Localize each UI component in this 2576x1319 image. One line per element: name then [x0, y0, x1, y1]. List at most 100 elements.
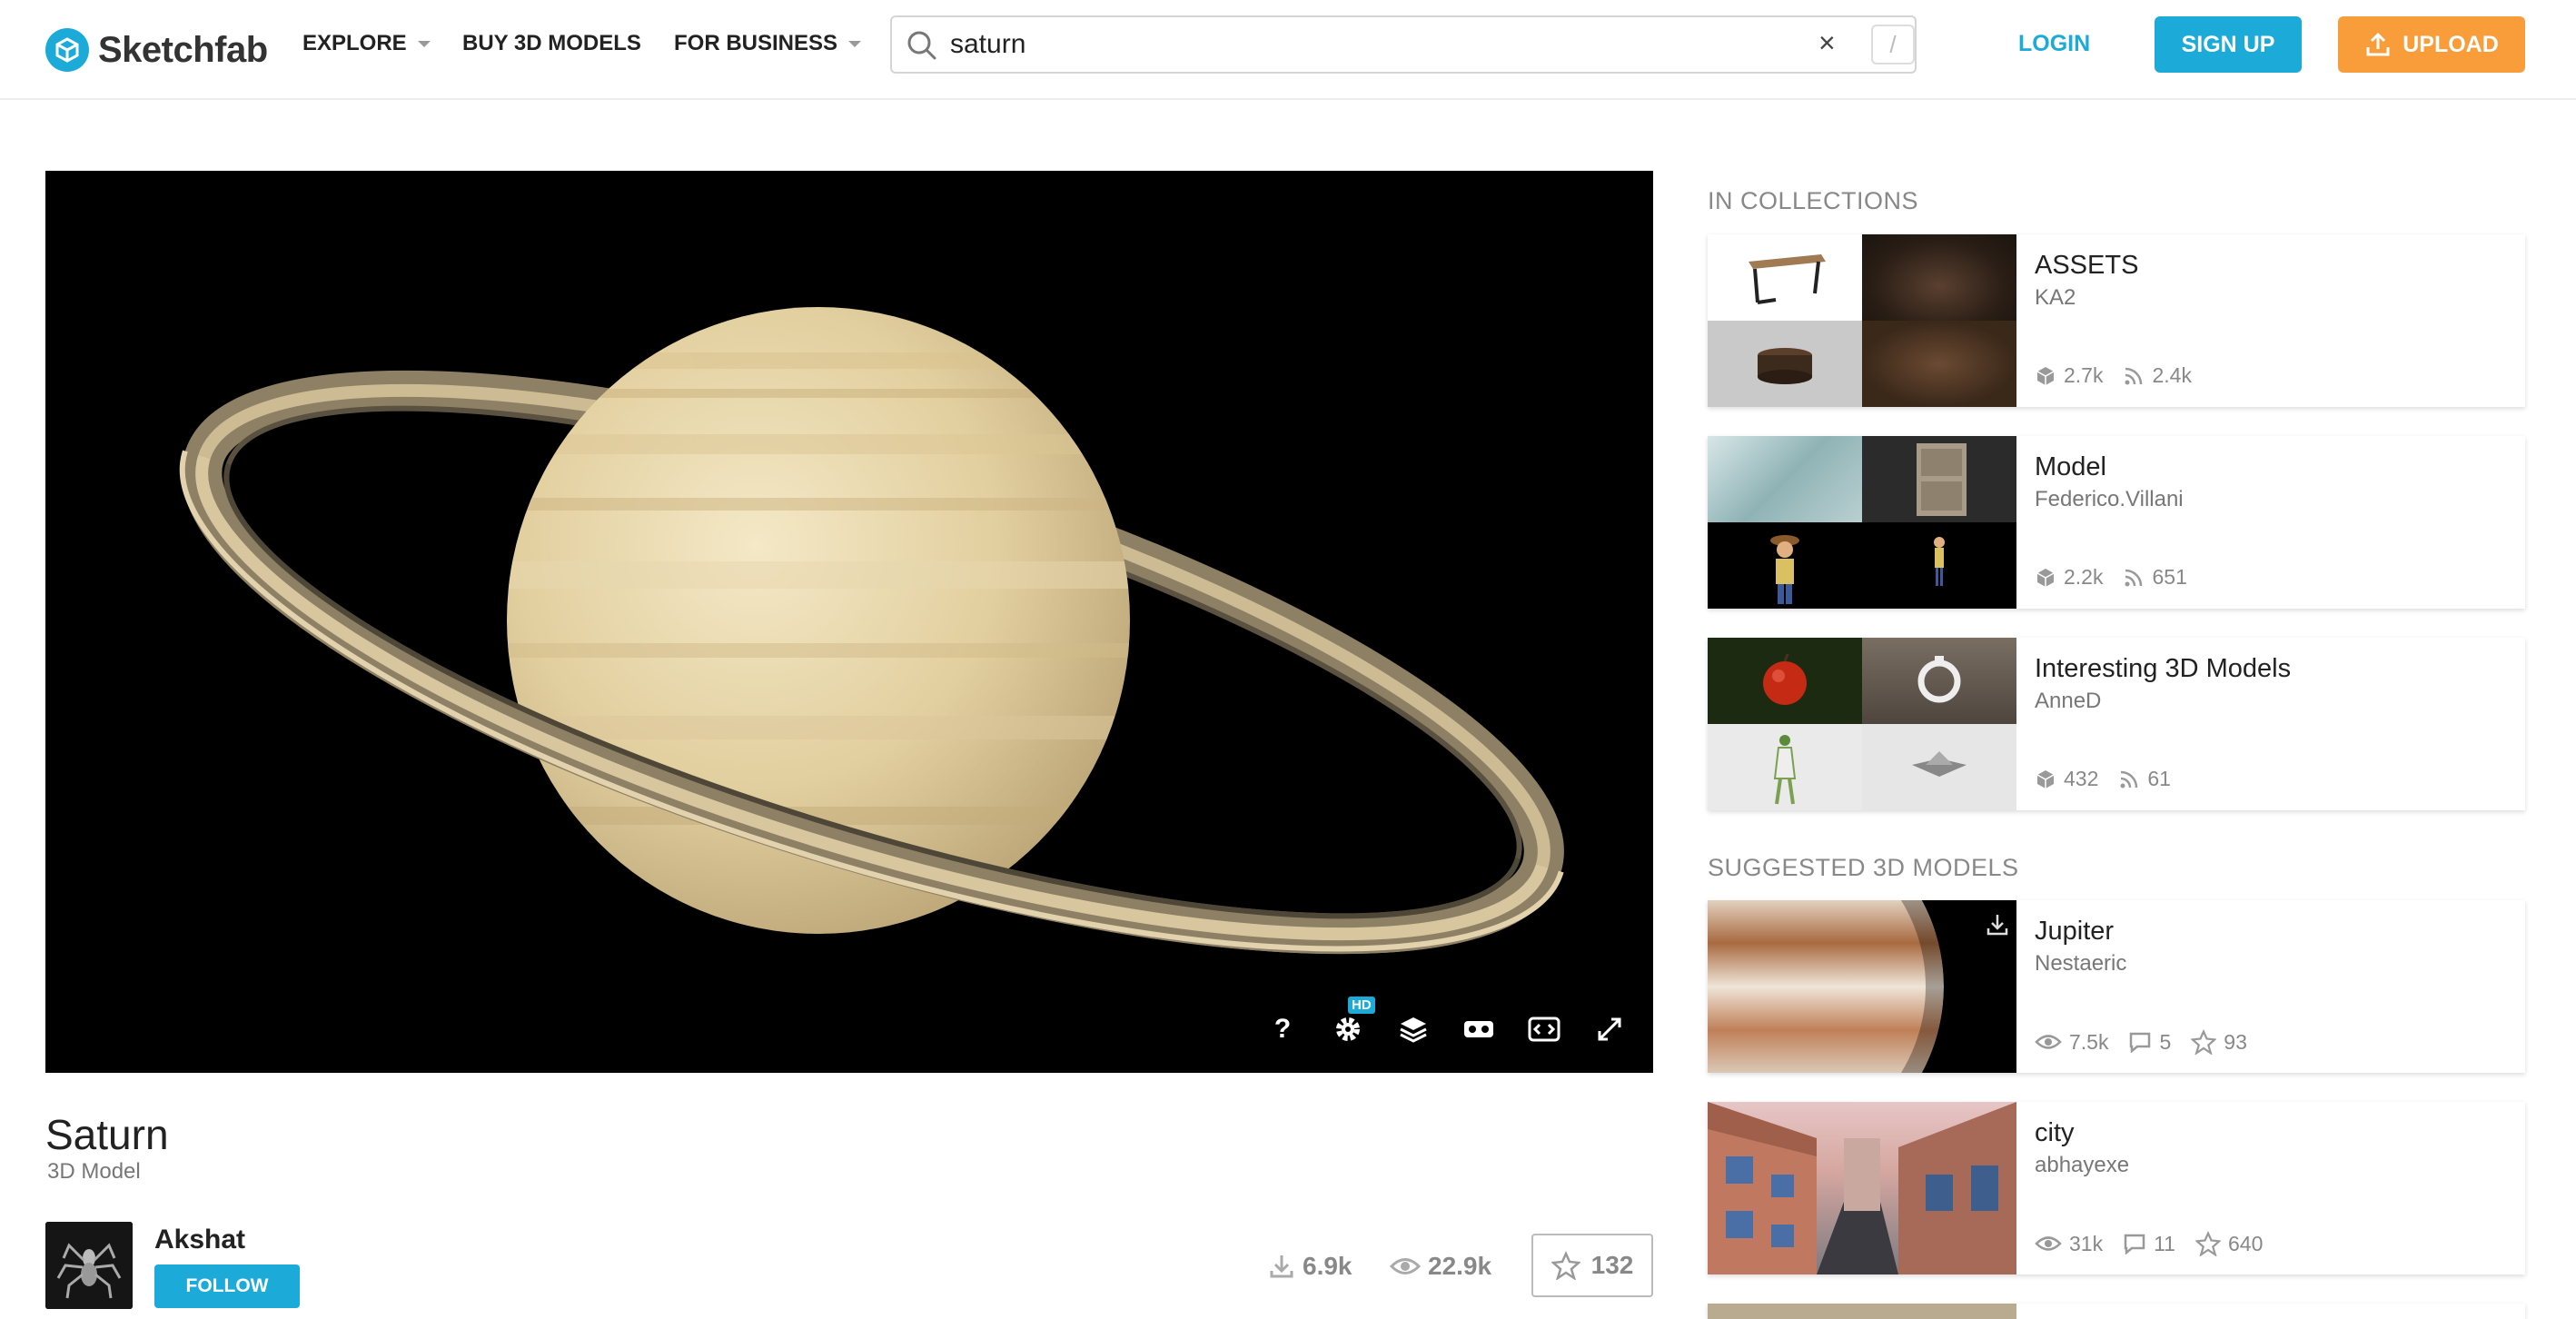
- city-thumbnail: [1708, 1102, 2016, 1274]
- collection-stats: 432 61: [2035, 767, 2171, 791]
- feed-icon: [2118, 769, 2140, 790]
- top-navigation-bar: Sketchfab EXPLORE BUY 3D MODELS FOR BUSI…: [0, 0, 2576, 100]
- nav-for-business[interactable]: FOR BUSINESS: [674, 31, 862, 56]
- model-type: 3D Model: [47, 1159, 141, 1184]
- model-title[interactable]: Jupiter: [2035, 917, 2114, 947]
- cube-icon: [2035, 567, 2056, 589]
- upload-label: UPLOAD: [2403, 31, 2499, 57]
- suggested-model-card[interactable]: city abhayexe 31k 11 640: [1708, 1102, 2525, 1274]
- collection-title[interactable]: Model: [2035, 452, 2106, 482]
- apple-thumbnail: [1708, 638, 1862, 724]
- sketchfab-cube-icon: [45, 28, 89, 72]
- collection-thumbnails: [1708, 436, 2016, 609]
- close-icon[interactable]: ×: [1818, 26, 1836, 60]
- stump-thumbnail: [1862, 321, 2016, 407]
- collection-author[interactable]: KA2: [2035, 285, 2076, 311]
- cube-icon: [2035, 365, 2056, 387]
- embed-icon: [1528, 1016, 1560, 1043]
- search-icon: [907, 30, 937, 65]
- comment-icon: [2128, 1031, 2152, 1053]
- model-viewer[interactable]: ? HD: [45, 171, 1653, 1073]
- view-count: 7.5k: [2069, 1029, 2109, 1054]
- model-thumbnail: [1708, 1304, 2016, 1319]
- follow-button[interactable]: FOLLOW: [154, 1264, 300, 1308]
- ship-thumbnail: [1862, 724, 2016, 810]
- settings-button[interactable]: HD: [1332, 997, 1375, 1046]
- like-count: 640: [2227, 1231, 2264, 1255]
- search-input[interactable]: [950, 26, 1768, 63]
- model-author[interactable]: abhayexe: [2035, 1153, 2129, 1178]
- chevron-down-icon: [417, 40, 431, 47]
- download-icon: [1268, 1253, 1295, 1280]
- eye-icon: [2035, 1234, 2062, 1254]
- vr-button[interactable]: [1462, 1013, 1495, 1046]
- collection-author[interactable]: AnneD: [2035, 689, 2101, 714]
- like-button[interactable]: 132: [1531, 1234, 1653, 1297]
- login-link[interactable]: LOGIN: [2018, 31, 2090, 57]
- fullscreen-button[interactable]: [1593, 1013, 1626, 1046]
- chain-thumbnail: [1708, 436, 1862, 522]
- collections-heading: IN COLLECTIONS: [1708, 187, 1919, 214]
- collection-author[interactable]: Federico.Villani: [2035, 487, 2184, 512]
- collection-thumbnails: [1708, 234, 2016, 407]
- figure-thumbnail: [1708, 724, 1862, 810]
- model-author[interactable]: Nestaeric: [2035, 951, 2126, 977]
- feed-icon: [2123, 567, 2145, 589]
- table-thumbnail: [1708, 234, 1862, 321]
- saturn-render: [179, 307, 1567, 955]
- download-icon[interactable]: [1986, 913, 2009, 937]
- model-stats: 31k 11 640: [2035, 1231, 2263, 1256]
- stump-thumbnail: [1862, 234, 2016, 321]
- search-shortcut-hint: /: [1871, 25, 1915, 64]
- follower-count: 651: [2152, 565, 2187, 589]
- vr-headset-icon: [1462, 1016, 1495, 1043]
- model-count: 2.2k: [2064, 565, 2104, 589]
- view-count: 22.9k: [1390, 1252, 1491, 1281]
- nav-buy-3d-models[interactable]: BUY 3D MODELS: [462, 31, 641, 56]
- sign-up-button[interactable]: SIGN UP: [2155, 16, 2302, 73]
- collection-card[interactable]: Interesting 3D Models AnneD 432 61: [1708, 638, 2525, 810]
- comment-icon: [2123, 1233, 2146, 1255]
- view-count: 31k: [2069, 1231, 2104, 1255]
- suggested-model-card[interactable]: Jupiter Nestaeric 7.5k 5 93: [1708, 900, 2525, 1073]
- basket-thumbnail: [1708, 321, 1862, 407]
- star-icon: [1551, 1251, 1580, 1280]
- help-button[interactable]: ?: [1266, 1013, 1299, 1046]
- view-count-value: 22.9k: [1428, 1252, 1492, 1280]
- download-count-value: 6.9k: [1303, 1252, 1352, 1280]
- help-icon: ?: [1273, 1014, 1292, 1044]
- suggested-model-card[interactable]: [1708, 1304, 2525, 1319]
- layers-button[interactable]: [1397, 1013, 1430, 1046]
- model-count: 432: [2064, 767, 2099, 790]
- comment-count: 5: [2159, 1029, 2172, 1054]
- model-count: 2.7k: [2064, 363, 2104, 387]
- layers-icon: [1398, 1014, 1429, 1045]
- chevron-down-icon: [848, 40, 862, 47]
- avatar[interactable]: [45, 1222, 133, 1309]
- nav-explore[interactable]: EXPLORE: [302, 31, 431, 56]
- feed-icon: [2123, 365, 2145, 387]
- like-count: 93: [2224, 1029, 2247, 1054]
- model-title[interactable]: city: [2035, 1118, 2075, 1148]
- collection-stats: 2.7k 2.4k: [2035, 363, 2192, 388]
- search-bar[interactable]: × /: [890, 15, 1917, 74]
- collection-card[interactable]: ASSETS KA2 2.7k 2.4k: [1708, 234, 2525, 407]
- collection-title[interactable]: ASSETS: [2035, 251, 2138, 281]
- follower-count: 61: [2147, 767, 2171, 790]
- like-count: 132: [1590, 1251, 1634, 1279]
- star-icon: [2191, 1029, 2217, 1055]
- nav-business-label: FOR BUSINESS: [674, 31, 838, 55]
- embed-button[interactable]: [1528, 1013, 1560, 1046]
- author-name[interactable]: Akshat: [154, 1225, 245, 1255]
- collection-title[interactable]: Interesting 3D Models: [2035, 654, 2291, 684]
- collection-stats: 2.2k 651: [2035, 565, 2187, 590]
- upload-button[interactable]: UPLOAD: [2338, 16, 2525, 73]
- sketchfab-logo[interactable]: Sketchfab: [45, 18, 268, 82]
- logo-text: Sketchfab: [98, 29, 268, 70]
- crate-thumbnail: [1862, 436, 2016, 522]
- ring-thumbnail: [1862, 638, 2016, 724]
- gear-icon: [1333, 1014, 1363, 1045]
- suggested-heading: SUGGESTED 3D MODELS: [1708, 854, 2019, 881]
- model-title: Saturn: [45, 1111, 169, 1158]
- collection-card[interactable]: Model Federico.Villani 2.2k 651: [1708, 436, 2525, 609]
